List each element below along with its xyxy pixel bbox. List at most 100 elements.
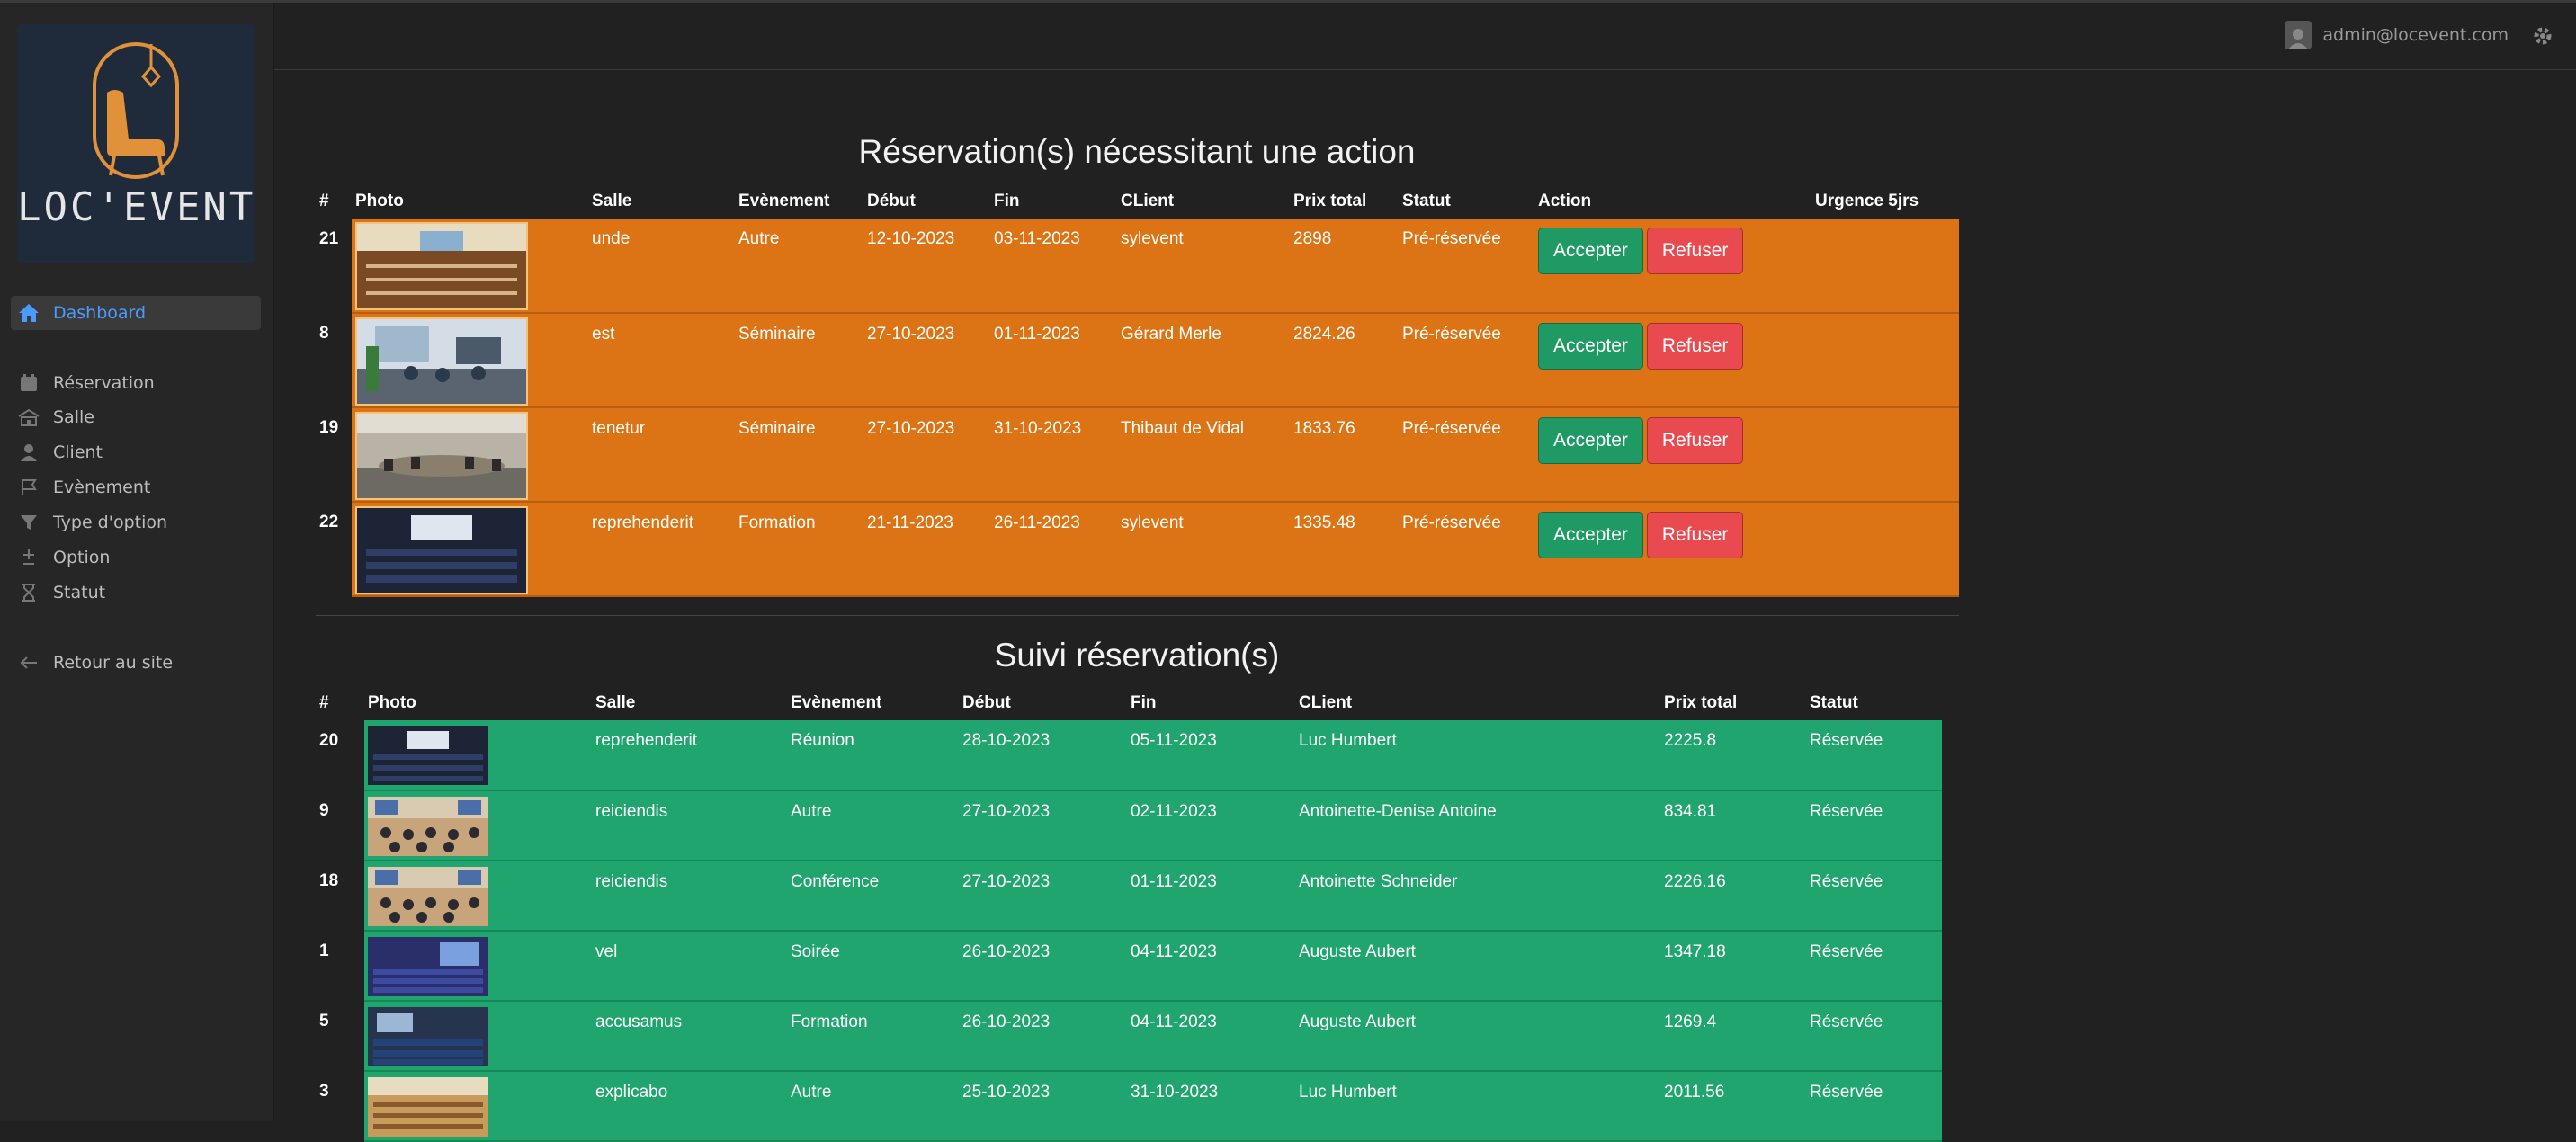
evenement-cell: Réunion — [787, 720, 959, 791]
user-email: admin@locevent.com — [2322, 25, 2509, 45]
room-photo[interactable] — [355, 317, 528, 406]
statut-cell: Pré-réservée — [1399, 313, 1534, 408]
debut-cell: 27-10-2023 — [959, 790, 1127, 861]
sidebar-item-retour[interactable]: Retour au site — [11, 646, 261, 680]
salle-cell: est — [588, 313, 735, 408]
prix-cell: 2225.8 — [1660, 720, 1806, 791]
sidebar-item-salle[interactable]: Salle — [11, 400, 261, 434]
debut-cell: 12-10-2023 — [863, 219, 990, 314]
fin-cell: 04-11-2023 — [1127, 931, 1295, 1002]
photo-cell — [352, 502, 588, 597]
prix-cell: 2011.56 — [1660, 1071, 1806, 1142]
sidebar-item-option[interactable]: Option — [11, 540, 261, 575]
calendar-icon — [18, 372, 40, 394]
column-header: Action — [1538, 192, 1592, 210]
refuse-button[interactable]: Refuser — [1646, 417, 1744, 464]
refuse-button[interactable]: Refuser — [1646, 228, 1744, 274]
logo[interactable]: LOC'EVENT — [17, 24, 255, 263]
fin-cell: 03-11-2023 — [990, 219, 1117, 314]
table-row: 8 est Séminaire 27-10-2023 01-11-2023 Gé… — [316, 313, 1959, 408]
statut-cell: Réservée — [1806, 790, 1942, 861]
tracking-title: Suivi réservation(s) — [994, 637, 1280, 674]
room-photo[interactable] — [368, 1077, 488, 1137]
urgence-cell — [1811, 407, 1959, 503]
photo-cell — [364, 931, 592, 1002]
salle-cell: tenetur — [588, 407, 735, 503]
row-id: 8 — [316, 313, 352, 407]
table-row: 1 vel Soirée 26-10-2023 04-11-2023 Augus… — [316, 931, 1942, 1002]
action-cell: Accepter Refuser — [1534, 502, 1811, 597]
accept-button[interactable]: Accepter — [1538, 323, 1643, 370]
room-photo[interactable] — [368, 937, 488, 996]
pending-table-header: # Photo Salle Evènement Début Fin CLient… — [316, 184, 1959, 219]
column-header: Evènement — [738, 192, 830, 210]
refuse-button[interactable]: Refuser — [1646, 323, 1744, 370]
column-header: CLient — [1299, 693, 1353, 712]
column-header: # — [319, 693, 329, 712]
room-photo[interactable] — [355, 506, 528, 594]
debut-cell: 25-10-2023 — [959, 1071, 1127, 1142]
fin-cell: 26-11-2023 — [990, 502, 1117, 597]
sidebar-item-dashboard[interactable]: Dashboard — [11, 296, 261, 330]
evenement-cell: Séminaire — [735, 407, 863, 503]
sidebar-item-label: Réservation — [53, 373, 155, 393]
evenement-cell: Conférence — [787, 861, 959, 932]
row-id: 5 — [316, 1001, 364, 1071]
prix-cell: 2226.16 — [1660, 861, 1806, 932]
user-menu[interactable]: admin@locevent.com — [2285, 21, 2509, 49]
table-row: 9 reiciendis Autre 27-10-2023 02-11-2023… — [316, 790, 1942, 861]
sidebar-item-reservation[interactable]: Réservation — [11, 366, 261, 400]
column-header: Statut — [1402, 192, 1451, 210]
table-row: 18 reiciendis Conférence 27-10-2023 01-1… — [316, 861, 1942, 932]
debut-cell: 27-10-2023 — [863, 407, 990, 503]
sidebar-item-evenement[interactable]: Evènement — [11, 470, 261, 504]
evenement-cell: Autre — [735, 219, 863, 314]
statut-cell: Réservée — [1806, 861, 1942, 932]
column-header: Prix total — [1664, 693, 1738, 712]
photo-cell — [352, 219, 588, 314]
accept-button[interactable]: Accepter — [1538, 228, 1643, 274]
room-photo[interactable] — [368, 1007, 488, 1066]
debut-cell: 27-10-2023 — [959, 861, 1127, 932]
gear-icon[interactable] — [2533, 26, 2553, 49]
column-header: Fin — [1131, 693, 1157, 712]
tracking-table: # Photo Salle Evènement Début Fin CLient… — [316, 686, 1942, 1142]
room-photo[interactable] — [368, 726, 488, 785]
plus-minus-icon — [18, 547, 40, 568]
refuse-button[interactable]: Refuser — [1646, 512, 1744, 558]
evenement-cell: Formation — [787, 1001, 959, 1072]
photo-cell — [352, 313, 588, 408]
prix-cell: 834.81 — [1660, 790, 1806, 861]
column-header: Photo — [355, 192, 404, 210]
photo-cell — [364, 720, 592, 791]
pending-table: # Photo Salle Evènement Début Fin CLient… — [316, 184, 1959, 597]
salle-cell: vel — [592, 931, 787, 1002]
arrow-left-icon — [18, 652, 40, 674]
sidebar-item-label: Retour au site — [53, 653, 174, 673]
sidebar-item-statut[interactable]: Statut — [11, 575, 261, 610]
table-row: 20 reprehenderit Réunion 28-10-2023 05-1… — [316, 720, 1942, 791]
user-icon — [18, 442, 40, 463]
room-photo[interactable] — [368, 867, 488, 926]
fin-cell: 02-11-2023 — [1127, 790, 1295, 861]
column-header: # — [319, 192, 329, 210]
column-header: Fin — [994, 192, 1020, 210]
client-cell: Auguste Aubert — [1295, 1001, 1660, 1072]
client-cell: sylevent — [1117, 502, 1290, 597]
evenement-cell: Formation — [735, 502, 863, 597]
accept-button[interactable]: Accepter — [1538, 417, 1643, 464]
room-photo[interactable] — [355, 412, 528, 500]
accept-button[interactable]: Accepter — [1538, 512, 1643, 558]
salle-cell: reiciendis — [592, 861, 787, 932]
debut-cell: 28-10-2023 — [959, 720, 1127, 791]
salle-cell: reprehenderit — [592, 720, 787, 791]
room-photo[interactable] — [368, 797, 488, 856]
column-header: Evènement — [791, 693, 882, 712]
sidebar-item-client[interactable]: Client — [11, 435, 261, 469]
statut-cell: Pré-réservée — [1399, 219, 1534, 314]
client-cell: Gérard Merle — [1117, 313, 1290, 408]
room-photo[interactable] — [355, 222, 528, 310]
photo-cell — [364, 861, 592, 932]
sidebar-item-type-option[interactable]: Type d'option — [11, 505, 261, 540]
sidebar-item-label: Dashboard — [53, 303, 147, 323]
